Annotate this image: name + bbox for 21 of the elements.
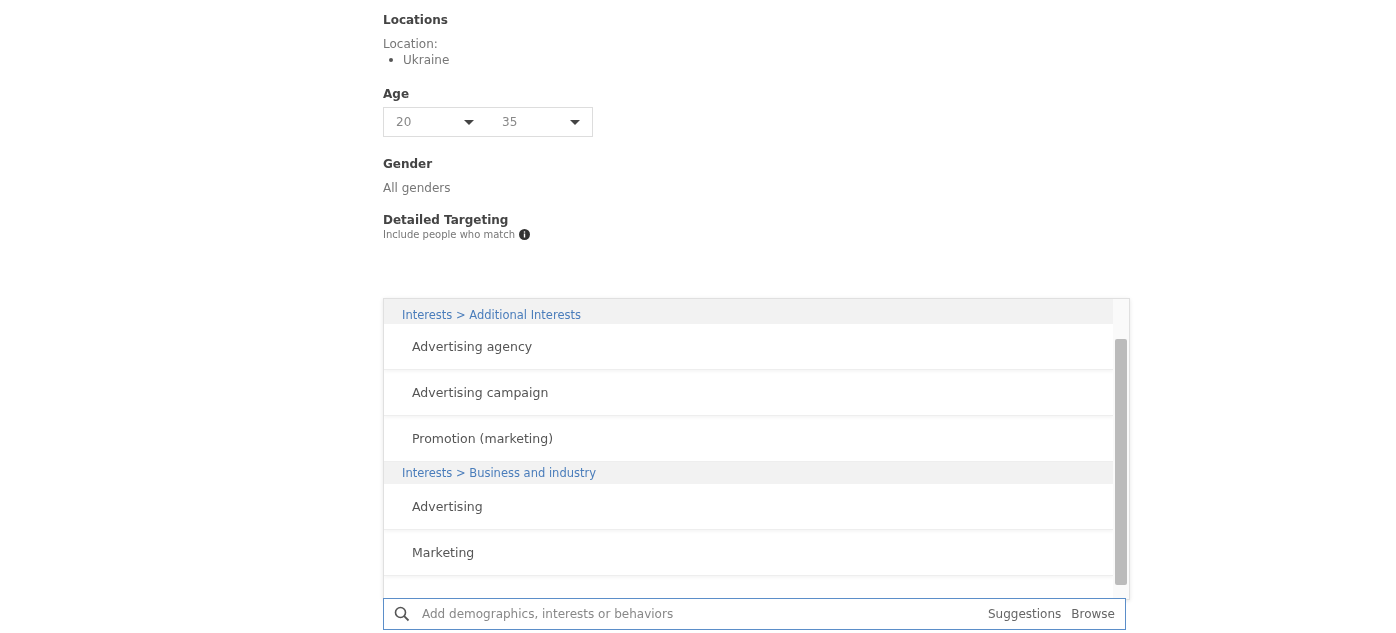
location-label: Location: xyxy=(383,37,438,51)
bullet-icon xyxy=(389,58,393,62)
category-header: Interests > Additional Interests xyxy=(384,299,1113,324)
gender-value: All genders xyxy=(383,181,451,195)
interest-option[interactable]: Advertising xyxy=(384,484,1113,530)
interest-option[interactable]: Marketing xyxy=(384,530,1113,576)
scrollbar[interactable] xyxy=(1113,299,1129,599)
info-icon[interactable] xyxy=(519,229,531,240)
category-header: Interests > Business and industry xyxy=(384,462,1113,484)
section-title: Locations xyxy=(383,13,448,27)
section-title: Age xyxy=(383,87,409,101)
location-value: Ukraine xyxy=(403,53,450,67)
section-title: Gender xyxy=(383,157,433,171)
section-subtitle: Include people who match xyxy=(383,229,516,240)
interest-option[interactable]: Advertising agency xyxy=(384,324,1113,370)
section-title: Detailed Targeting xyxy=(383,213,509,227)
search-link[interactable]: Suggestions xyxy=(987,607,1062,621)
search-icon xyxy=(394,606,410,622)
interest-option[interactable]: Advertising campaign xyxy=(384,370,1113,416)
search-link[interactable]: Browse xyxy=(1071,607,1115,621)
search-field[interactable]: Add demographics, interests or behaviors Suggestions Browse xyxy=(383,598,1126,630)
